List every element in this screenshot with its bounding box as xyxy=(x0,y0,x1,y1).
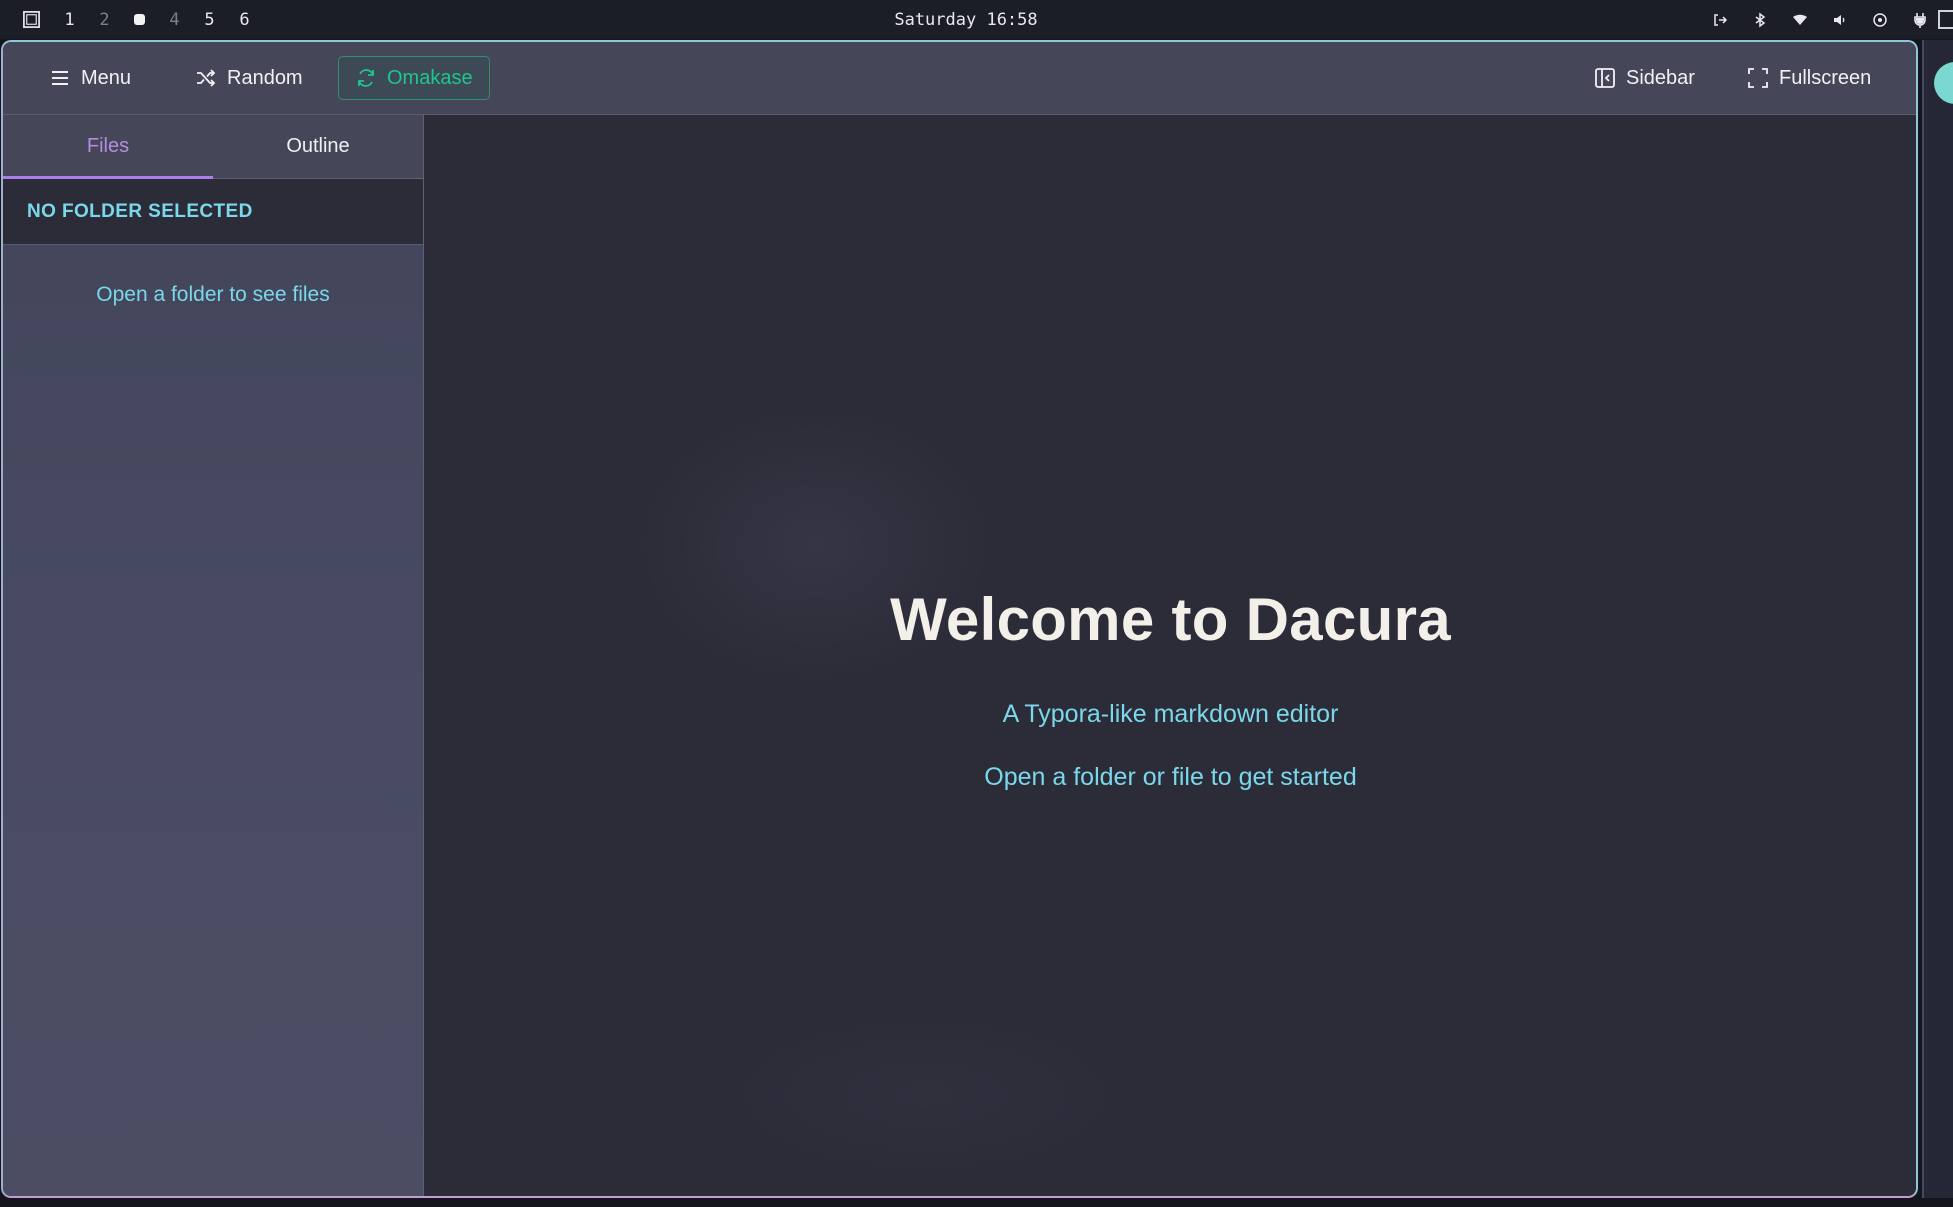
toolbar: Menu Random Omakase Sidebar Fullscreen xyxy=(3,42,1916,115)
window-layout-icon[interactable] xyxy=(20,9,42,31)
open-folder-hint: Open a folder to see files xyxy=(96,283,330,306)
tab-outline[interactable]: Outline xyxy=(213,115,423,178)
fullscreen-button[interactable]: Fullscreen xyxy=(1731,56,1887,100)
omakase-button[interactable]: Omakase xyxy=(338,56,490,100)
random-button[interactable]: Random xyxy=(179,56,319,100)
adjacent-window-button[interactable] xyxy=(1934,62,1953,104)
workspace-1[interactable]: 1 xyxy=(52,10,87,30)
system-monitor-icon[interactable] xyxy=(1871,11,1889,29)
current-workspace-indicator xyxy=(134,13,145,25)
hamburger-icon xyxy=(52,71,68,85)
workspace-current[interactable] xyxy=(122,10,157,30)
workspace-4[interactable]: 4 xyxy=(157,10,192,30)
sidebar-icon xyxy=(1595,68,1615,88)
system-tray xyxy=(1711,0,1929,39)
clock-container: Saturday 16:58 xyxy=(0,0,1932,39)
sidebar: Files Outline NO FOLDER SELECTED Open a … xyxy=(3,115,424,1196)
refresh-icon xyxy=(358,69,374,87)
adjacent-window-edge xyxy=(1922,40,1953,1198)
menu-label: Menu xyxy=(81,66,132,89)
workspace-switcher: 1 2 4 5 6 xyxy=(20,0,262,39)
welcome-subtitle: A Typora-like markdown editor xyxy=(1002,700,1339,728)
workspace-2[interactable]: 2 xyxy=(87,10,122,30)
sidebar-toggle-button[interactable]: Sidebar xyxy=(1578,56,1711,100)
folder-status-header: NO FOLDER SELECTED xyxy=(3,179,423,245)
volume-icon[interactable] xyxy=(1831,11,1849,29)
welcome-hint: Open a folder or file to get started xyxy=(984,763,1357,791)
sidebar-tabs: Files Outline xyxy=(3,115,423,179)
bluetooth-icon[interactable] xyxy=(1751,11,1769,29)
logout-icon[interactable] xyxy=(1711,11,1729,29)
clock[interactable]: Saturday 16:58 xyxy=(894,10,1037,30)
shuffle-icon xyxy=(197,69,216,87)
fullscreen-icon xyxy=(1748,68,1768,88)
workspace-6[interactable]: 6 xyxy=(227,10,262,30)
adjacent-layout-icon xyxy=(1938,10,1953,29)
app-window: Menu Random Omakase Sidebar Fullscreen F… xyxy=(1,40,1918,1198)
menu-button[interactable]: Menu xyxy=(33,56,147,100)
welcome-title: Welcome to Dacura xyxy=(890,586,1451,653)
omakase-label: Omakase xyxy=(387,66,473,89)
welcome-panel: Welcome to Dacura A Typora-like markdown… xyxy=(425,585,1916,792)
power-plug-icon[interactable] xyxy=(1911,11,1929,29)
editor-area: Welcome to Dacura A Typora-like markdown… xyxy=(425,115,1916,1196)
sidebar-label: Sidebar xyxy=(1626,66,1695,89)
workspace-5[interactable]: 5 xyxy=(192,10,227,30)
folder-status-text: NO FOLDER SELECTED xyxy=(27,200,253,222)
tab-files[interactable]: Files xyxy=(3,115,213,179)
system-top-bar: 1 2 4 5 6 Saturday 16:58 xyxy=(0,0,1953,39)
wifi-icon[interactable] xyxy=(1791,11,1809,29)
fullscreen-label: Fullscreen xyxy=(1779,66,1872,89)
random-label: Random xyxy=(227,66,303,89)
